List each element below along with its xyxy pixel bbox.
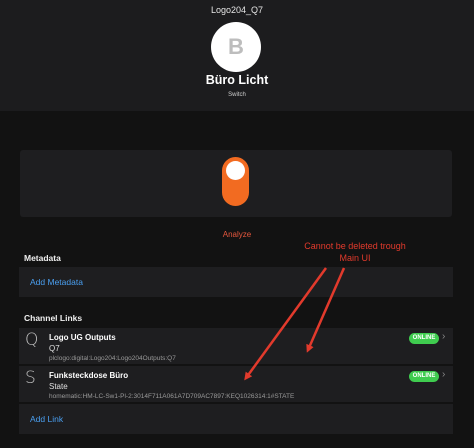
metadata-section-title: Metadata xyxy=(24,253,61,263)
avatar: B xyxy=(211,22,261,72)
channel-link-row[interactable]: S Funksteckdose Büro State homematic:HM-… xyxy=(19,366,453,402)
metadata-card: Add Metadata xyxy=(19,267,453,297)
toggle-knob[interactable] xyxy=(226,161,245,180)
page-title: Logo204_Q7 xyxy=(210,5,264,15)
channel-link-id: homematic:HM-LC-Sw1-Pl-2:3014F711A061A7D… xyxy=(49,393,295,400)
chevron-right-icon[interactable]: › xyxy=(442,331,445,342)
device-type: Switch xyxy=(228,92,246,98)
channel-links-section-title: Channel Links xyxy=(24,313,83,323)
device-name: Büro Licht xyxy=(205,73,269,87)
switch-toggle[interactable] xyxy=(222,157,249,206)
header: Logo204_Q7 B Büro Licht Switch xyxy=(0,0,474,111)
analyze-link[interactable]: Analyze xyxy=(0,230,474,239)
online-status-badge: ONLINE xyxy=(409,371,439,382)
online-status-badge: ONLINE xyxy=(409,333,439,344)
channel-link-letter: Q xyxy=(25,330,39,350)
channel-link-subtitle: Q7 xyxy=(49,344,60,353)
add-link-card: Add Link xyxy=(19,404,453,434)
channel-link-id: plclogo:digital:Logo204:Logo204Outputs:Q… xyxy=(49,355,176,362)
annotation-line-1: Cannot be deleted trough xyxy=(304,241,406,251)
annotation-note: Cannot be deleted trough Main UI xyxy=(280,240,430,264)
chevron-right-icon[interactable]: › xyxy=(442,369,445,380)
annotation-line-2: Main UI xyxy=(339,253,371,263)
add-metadata-link[interactable]: Add Metadata xyxy=(30,277,83,287)
add-link-button[interactable]: Add Link xyxy=(30,414,63,424)
avatar-letter: B xyxy=(228,34,244,59)
channel-link-letter: S xyxy=(25,368,36,388)
channel-link-row[interactable]: Q Logo UG Outputs Q7 plclogo:digital:Log… xyxy=(19,328,453,364)
channel-link-subtitle: State xyxy=(49,382,68,391)
channel-link-title: Funksteckdose Büro xyxy=(49,371,129,380)
channel-link-title: Logo UG Outputs xyxy=(49,333,116,342)
